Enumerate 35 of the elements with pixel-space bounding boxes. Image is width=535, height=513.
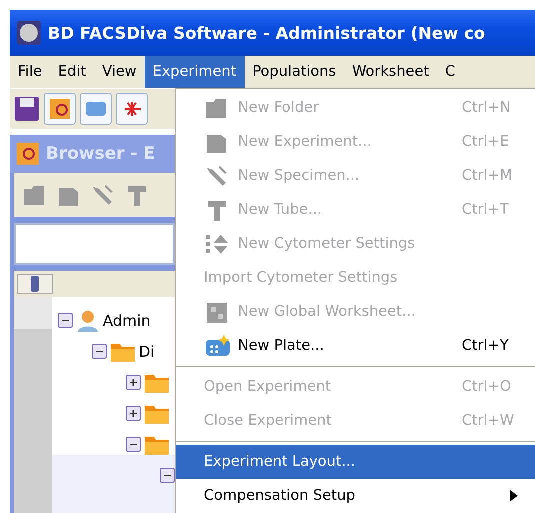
menu[interactable]: Experiment xyxy=(144,56,245,88)
window-title: BD FACSDiva Software - Administrator (New co xyxy=(48,24,486,42)
save-icon[interactable] xyxy=(14,95,40,123)
expand-toggle[interactable] xyxy=(126,406,141,421)
input-field[interactable] xyxy=(14,223,175,265)
expand-toggle[interactable] xyxy=(92,344,107,359)
plus-icon xyxy=(129,378,138,387)
plate-icon xyxy=(204,334,232,358)
browser-icon xyxy=(16,142,40,166)
expand-toggle[interactable] xyxy=(58,313,73,328)
laser-button[interactable] xyxy=(116,93,148,125)
user-icon xyxy=(76,308,100,332)
tree-item[interactable]: Di xyxy=(139,342,155,360)
menu[interactable]: File xyxy=(10,56,50,88)
plus-icon xyxy=(129,409,138,418)
worksheet-icon xyxy=(204,300,230,324)
menu-item[interactable]: Compensation Setup xyxy=(176,479,535,513)
menu[interactable]: C xyxy=(437,56,464,88)
expand-toggle[interactable] xyxy=(126,375,141,390)
column-button[interactable] xyxy=(17,274,53,294)
app-icon xyxy=(16,20,42,46)
settings-icon xyxy=(204,232,230,256)
panel-title: Browser - E xyxy=(46,144,156,164)
menu[interactable]: Worksheet xyxy=(344,56,438,88)
menu[interactable]: View xyxy=(94,56,145,88)
tree-item[interactable]: Admin xyxy=(103,312,151,330)
menu[interactable]: Populations xyxy=(244,56,344,88)
browser-button[interactable] xyxy=(44,93,76,125)
magnifier-icon xyxy=(49,98,71,120)
column-icon xyxy=(29,275,41,293)
menu-item[interactable]: New Plate... Ctrl+Y xyxy=(176,329,535,363)
expand-toggle[interactable] xyxy=(160,468,175,483)
expand-toggle[interactable] xyxy=(126,437,141,452)
menu-item[interactable]: Experiment Layout... xyxy=(176,445,535,479)
menu[interactable]: Edit xyxy=(50,56,94,88)
